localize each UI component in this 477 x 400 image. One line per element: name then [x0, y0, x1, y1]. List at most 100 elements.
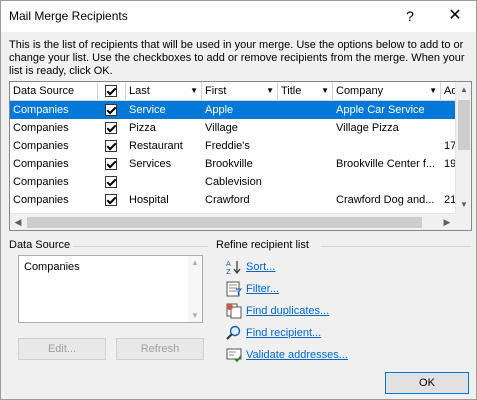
cell-data-source: Companies	[13, 104, 69, 116]
header-first-label: First	[205, 85, 227, 97]
scroll-down-icon[interactable]: ▼	[188, 311, 202, 320]
row-checkbox[interactable]	[105, 104, 117, 116]
table-row[interactable]: Companies Pizza Village Village Pizza	[10, 119, 455, 137]
cell-address	[441, 101, 455, 119]
cell-last	[126, 173, 202, 191]
cell-first: Apple	[205, 104, 234, 116]
cell-title	[278, 137, 333, 155]
sort-link[interactable]: Sort...	[246, 261, 275, 273]
row-checkbox[interactable]	[105, 158, 117, 170]
svg-text:Z: Z	[226, 268, 231, 275]
close-button[interactable]: ✕	[441, 5, 469, 27]
scroll-up-icon[interactable]: ▲	[188, 258, 202, 267]
table-row[interactable]: Companies Cablevision	[10, 173, 455, 191]
cell-data-source: Companies	[13, 158, 69, 170]
header-data-source-label: Data Source	[13, 85, 75, 97]
cell-address	[441, 119, 455, 137]
cell-first: Cablevision	[205, 176, 262, 188]
table-row[interactable]: Companies Restaurant Freddie's 17	[10, 137, 455, 155]
chevron-down-icon[interactable]: ▼	[429, 82, 437, 100]
scroll-down-icon[interactable]: ▼	[456, 197, 471, 213]
horizontal-scroll-thumb[interactable]	[27, 217, 422, 228]
table-vertical-scrollbar[interactable]: ▲ ▼	[455, 82, 471, 213]
data-source-list-scrollbar[interactable]: ▲ ▼	[188, 256, 202, 322]
refine-group-label: Refine recipient list	[216, 239, 309, 251]
header-title-label: Title	[281, 85, 302, 97]
cell-address: 17	[444, 140, 455, 152]
scroll-left-icon[interactable]: ◀	[10, 214, 26, 230]
table-horizontal-scrollbar[interactable]: ◀ ▶	[10, 213, 455, 230]
find-duplicates-link[interactable]: Find duplicates...	[246, 305, 329, 317]
ok-button[interactable]: OK	[385, 372, 469, 394]
chevron-down-icon[interactable]: ▼	[190, 82, 198, 100]
data-source-group-label: Data Source	[9, 239, 71, 251]
edit-button[interactable]: Edit...	[18, 338, 106, 360]
row-checkbox[interactable]	[105, 140, 117, 152]
header-title[interactable]: Title ▼	[278, 82, 333, 101]
divider	[321, 246, 471, 247]
header-company-label: Company	[336, 85, 384, 97]
cell-title	[278, 101, 333, 119]
find-duplicates-icon	[226, 303, 242, 319]
scroll-up-icon[interactable]: ▲	[456, 82, 471, 98]
table-row[interactable]: Companies Services Brookville Brookville…	[10, 155, 455, 173]
cell-company: Village Pizza	[336, 122, 399, 134]
cell-last: Pizza	[129, 122, 156, 134]
svg-text:A: A	[226, 260, 231, 268]
recipients-table: Data Source Last ▼ First ▼ Title ▼ Compa…	[9, 81, 472, 231]
header-first[interactable]: First ▼	[202, 82, 278, 101]
row-checkbox[interactable]	[105, 194, 117, 206]
cell-company: Apple Car Service	[336, 104, 425, 116]
select-all-checkbox[interactable]	[105, 85, 117, 97]
cell-first: Freddie's	[205, 140, 250, 152]
cell-company	[333, 137, 441, 155]
cell-company: Crawford Dog and...	[336, 194, 435, 206]
title-bar: Mail Merge Recipients ? ✕	[1, 1, 476, 32]
header-select-all[interactable]	[98, 82, 126, 101]
table-header: Data Source Last ▼ First ▼ Title ▼ Compa…	[10, 82, 455, 101]
scroll-right-icon[interactable]: ▶	[439, 214, 455, 230]
cell-data-source: Companies	[13, 122, 69, 134]
list-item[interactable]: Companies	[24, 261, 80, 273]
cell-first: Crawford	[205, 194, 250, 206]
sort-az-icon: A Z	[226, 260, 241, 275]
header-data-source[interactable]: Data Source	[10, 82, 98, 101]
cell-last: Service	[129, 104, 166, 116]
divider	[73, 246, 208, 247]
data-source-list[interactable]: Companies ▲ ▼	[18, 255, 203, 323]
filter-link[interactable]: Filter...	[246, 283, 279, 295]
cell-title	[278, 119, 333, 137]
validate-addresses-link[interactable]: Validate addresses...	[246, 349, 348, 361]
cell-company	[333, 173, 441, 191]
cell-first: Village	[205, 122, 238, 134]
mail-merge-recipients-dialog: Mail Merge Recipients ? ✕ This is the li…	[0, 0, 477, 400]
cell-last: Restaurant	[129, 140, 183, 152]
chevron-down-icon[interactable]: ▼	[266, 82, 274, 100]
header-last[interactable]: Last ▼	[126, 82, 202, 101]
vertical-scroll-thumb[interactable]	[458, 100, 470, 150]
refresh-button[interactable]: Refresh	[116, 338, 204, 360]
cell-last: Hospital	[129, 194, 169, 206]
cell-address: 19	[444, 158, 455, 170]
cell-data-source: Companies	[13, 140, 69, 152]
table-row[interactable]: Companies Hospital Crawford Crawford Dog…	[10, 191, 455, 209]
validate-addresses-icon	[226, 348, 242, 363]
table-row[interactable]: Companies Service Apple Apple Car Servic…	[10, 101, 455, 119]
cell-address: 21	[444, 194, 455, 206]
row-checkbox[interactable]	[105, 176, 117, 188]
cell-title	[278, 173, 333, 191]
header-address[interactable]: Ad	[441, 82, 455, 101]
cell-data-source: Companies	[13, 194, 69, 206]
find-recipient-icon	[226, 325, 241, 340]
header-last-label: Last	[129, 85, 150, 97]
cell-title	[278, 191, 333, 209]
header-address-label: Ad	[444, 85, 455, 97]
cell-data-source: Companies	[13, 176, 69, 188]
row-checkbox[interactable]	[105, 122, 117, 134]
header-company[interactable]: Company ▼	[333, 82, 441, 101]
filter-icon	[226, 281, 242, 297]
find-recipient-link[interactable]: Find recipient...	[246, 327, 321, 339]
help-button[interactable]: ?	[396, 5, 424, 27]
chevron-down-icon[interactable]: ▼	[321, 82, 329, 100]
cell-address	[441, 173, 455, 191]
